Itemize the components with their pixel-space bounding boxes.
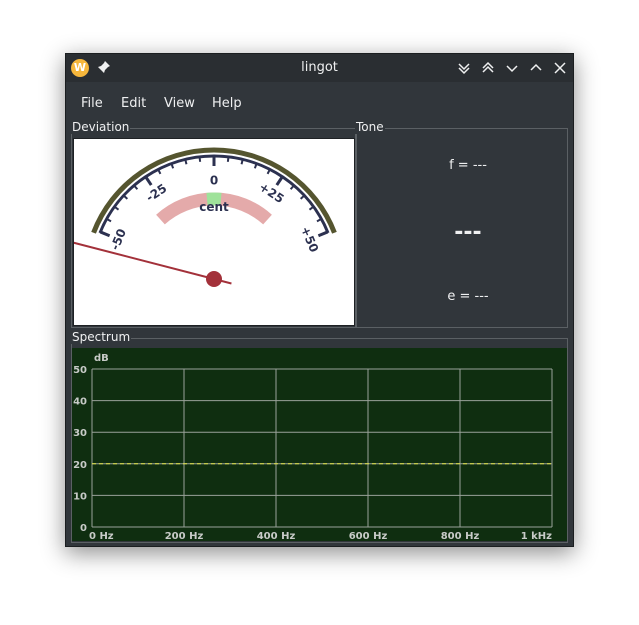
menu-edit[interactable]: Edit: [121, 96, 146, 111]
gauge-tick: [275, 175, 284, 186]
spectrum-y-tick: 40: [73, 397, 87, 408]
menu-file[interactable]: File: [81, 96, 103, 111]
note-readout: ---: [454, 220, 482, 245]
gauge-tick: [299, 194, 306, 200]
gauge-scale-label: +50: [298, 224, 321, 254]
menu-bar: File Edit View Help: [66, 82, 573, 126]
gauge-tick: [266, 168, 271, 175]
spectrum-y-tick: 50: [73, 365, 87, 376]
gauge-unit-label: cent: [199, 200, 229, 214]
gauge-tick: [157, 168, 162, 175]
menu-help[interactable]: Help: [212, 96, 242, 111]
keep-below-icon[interactable]: [455, 59, 473, 77]
spectrum-x-tick: 600 Hz: [349, 531, 388, 541]
app-window: W lingot File Edit View Help Deviation -…: [65, 53, 574, 547]
tone-label: Tone: [355, 120, 385, 134]
error-readout: e = ---: [447, 289, 489, 304]
gauge-tick: [133, 184, 139, 190]
gauge-tick: [99, 230, 111, 238]
gauge-tick: [308, 205, 315, 211]
spectrum-ylabel: dB: [94, 353, 109, 364]
gauge-tick: [184, 159, 188, 165]
gauge-tick: [144, 175, 153, 186]
spectrum-y-tick: 10: [73, 491, 87, 502]
gauge-scale-label: 0: [210, 174, 218, 188]
gauge-tick: [106, 218, 112, 223]
gauge-needle-hub: [206, 271, 222, 287]
gauge-tick: [289, 184, 295, 190]
gauge-scale-label: +25: [256, 180, 286, 207]
spectrum-x-tick: 800 Hz: [441, 531, 480, 541]
gauge-tick: [122, 194, 129, 200]
menu-view[interactable]: View: [164, 96, 195, 111]
gauge-tick: [198, 156, 202, 162]
spectrum-y-tick: 30: [73, 428, 87, 439]
spectrum-x-tick: 200 Hz: [165, 531, 204, 541]
deviation-gauge: -50 -25 0 +25 +50 cent: [68, 138, 355, 326]
gauge-canvas: -50 -25 0 +25 +50 cent: [68, 147, 337, 287]
minimize-icon[interactable]: [503, 59, 521, 77]
spectrum-x-tick: 400 Hz: [257, 531, 296, 541]
gauge-scale-label: -25: [144, 181, 170, 205]
gauge-tick: [226, 156, 230, 162]
spectrum-canvas: 0 10 20 30 40 50 0 Hz 200 Hz 400 Hz 600 Hz 800 Hz 1…: [73, 353, 553, 542]
maximize-icon[interactable]: [527, 59, 545, 77]
spectrum-x-tick: 0 Hz: [89, 531, 114, 541]
frequency-readout: f = ---: [449, 158, 487, 173]
gauge-tick: [317, 230, 329, 238]
deviation-label: Deviation: [71, 120, 131, 134]
gauge-scale-label: -50: [108, 227, 129, 252]
spectrum-y-tick: 0: [80, 523, 87, 534]
spectrum-label: Spectrum: [71, 330, 132, 344]
keep-above-icon[interactable]: [479, 59, 497, 77]
gauge-tick: [113, 205, 120, 211]
gauge-tick: [240, 159, 244, 165]
gauge-tick: [316, 218, 322, 223]
spectrum-plot: 0 10 20 30 40 50 0 Hz 200 Hz 400 Hz 600 Hz 800 Hz 1…: [72, 348, 567, 542]
close-icon[interactable]: [551, 59, 569, 77]
title-bar[interactable]: W lingot: [66, 54, 573, 82]
spectrum-y-tick: 20: [73, 460, 87, 471]
spectrum-x-tick: 1 kHz: [521, 531, 552, 541]
